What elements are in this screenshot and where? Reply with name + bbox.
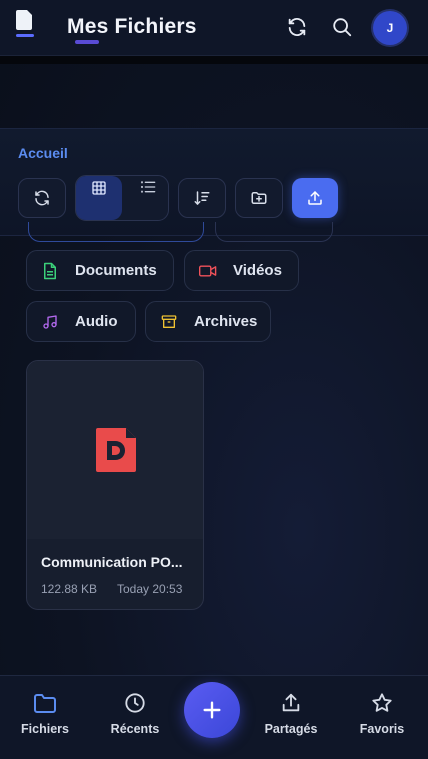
file-size: 122.88 KB	[41, 582, 98, 596]
nav-label: Favoris	[359, 722, 405, 736]
filter-label: Audio	[75, 313, 118, 330]
app-logo-icon	[16, 10, 38, 44]
upload-icon	[308, 191, 322, 205]
folder-icon	[34, 694, 56, 713]
file-date: Today 20:53	[117, 582, 183, 596]
grid-view-icon	[92, 181, 106, 195]
new-folder-icon	[251, 192, 267, 204]
nav-label: Récents	[110, 722, 160, 736]
filter-chip-videos[interactable]: Vidéos	[184, 250, 299, 291]
list-view-icon	[140, 181, 156, 193]
add-button[interactable]	[184, 682, 240, 738]
document-icon	[41, 262, 59, 280]
refresh-button[interactable]	[284, 14, 310, 40]
upload-button[interactable]	[292, 178, 338, 218]
list-view-button[interactable]	[130, 176, 166, 206]
refresh-icon	[288, 18, 306, 36]
nav-item-fichiers[interactable]: Fichiers	[5, 692, 85, 736]
sort-button[interactable]	[178, 178, 226, 218]
filter-chip-audio[interactable]: Audio	[26, 301, 136, 342]
share-icon	[282, 693, 300, 712]
clock-icon	[125, 693, 145, 713]
breadcrumb[interactable]: Accueil	[18, 145, 68, 161]
file-name: Communication PO...	[41, 554, 183, 570]
filter-chip-active-partial[interactable]	[28, 222, 204, 242]
refresh-list-button[interactable]	[18, 178, 66, 218]
page-title: Mes Fichiers	[67, 15, 197, 38]
new-folder-button[interactable]	[235, 178, 283, 218]
filter-label: Archives	[194, 313, 258, 330]
nav-item-favoris[interactable]: Favoris	[342, 692, 422, 736]
nav-item-partages[interactable]: Partagés	[251, 692, 331, 736]
nav-item-recents[interactable]: Récents	[95, 692, 175, 736]
pdf-file-icon	[96, 428, 136, 472]
search-icon	[333, 18, 352, 37]
app-header	[0, 0, 428, 56]
avatar[interactable]: J	[373, 11, 407, 45]
nav-label: Partagés	[264, 722, 318, 736]
filter-label: Vidéos	[233, 262, 282, 279]
search-button[interactable]	[329, 14, 355, 40]
header-divider	[0, 56, 428, 64]
filter-chip-archives[interactable]: Archives	[145, 301, 271, 342]
nav-label: Fichiers	[21, 722, 69, 736]
grid-view-button[interactable]	[76, 176, 122, 220]
music-icon	[41, 313, 59, 331]
star-icon	[372, 693, 392, 712]
title-accent	[75, 40, 99, 44]
archive-icon	[160, 313, 178, 331]
filter-chip-documents[interactable]: Documents	[26, 250, 174, 291]
filter-chip-partial[interactable]	[215, 222, 333, 242]
file-thumbnail	[27, 361, 203, 539]
filter-label: Documents	[75, 262, 157, 279]
app-root: Mes Fichiers J Accueil Documents Vidéos …	[0, 0, 428, 759]
plus-icon	[203, 701, 221, 719]
refresh-icon	[35, 190, 49, 206]
sort-icon	[194, 191, 210, 205]
video-icon	[199, 262, 217, 280]
file-card[interactable]: Communication PO... 122.88 KB Today 20:5…	[26, 360, 204, 610]
